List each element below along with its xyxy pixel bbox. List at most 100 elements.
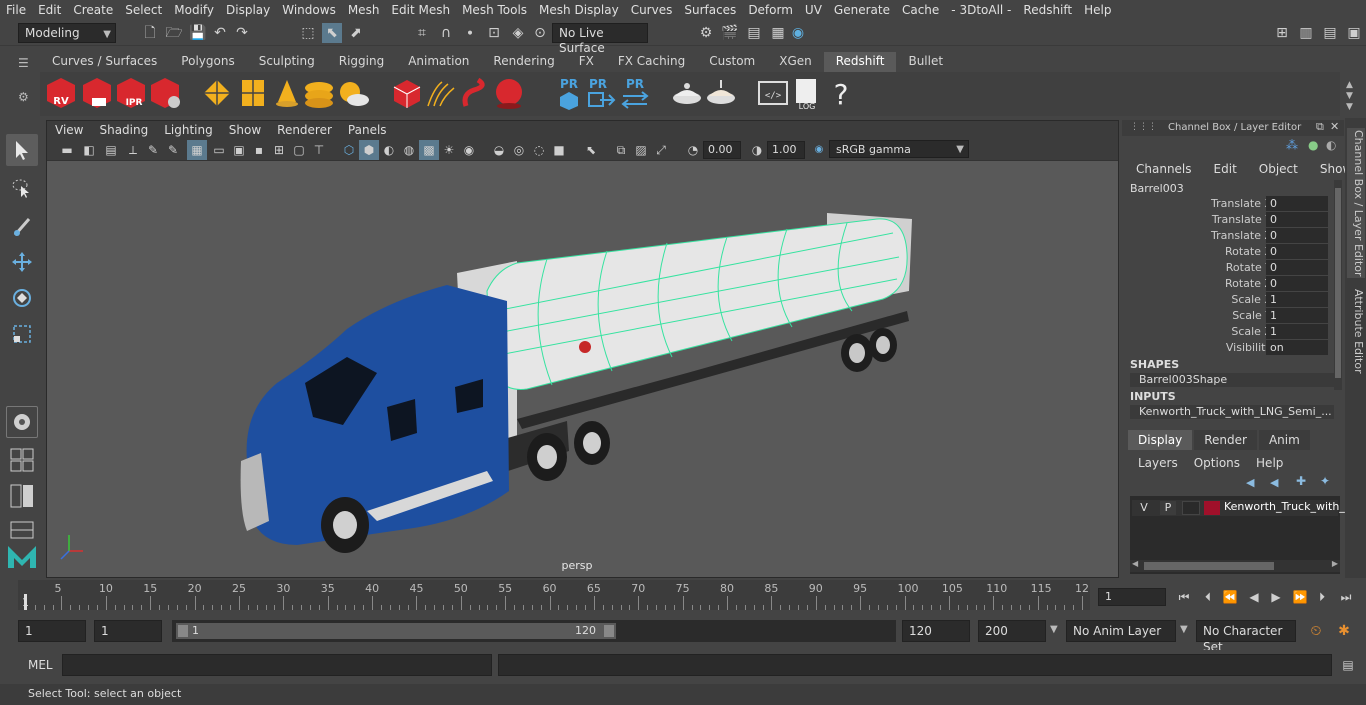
toggle-panel-icon[interactable]: ▣ <box>1344 23 1364 43</box>
live-surface-field[interactable]: No Live Surface <box>552 23 648 55</box>
attr-value-scale-z[interactable]: 1 <box>1266 324 1328 339</box>
screen-space-icon[interactable]: ⤢ <box>651 140 671 160</box>
viewport-menu-shading[interactable]: Shading <box>91 123 156 137</box>
ipr-render-icon[interactable]: ▦ <box>768 23 788 43</box>
select-by-component-icon[interactable]: ⬈ <box>346 23 366 43</box>
attr-value-translate-y[interactable]: 0 <box>1266 212 1328 227</box>
redshift-hair-icon[interactable] <box>424 76 458 110</box>
redshift-volume-icon[interactable] <box>390 76 424 110</box>
menu-mesh-tools[interactable]: Mesh Tools <box>456 3 533 17</box>
layer-menu-layers[interactable]: Layers <box>1138 456 1178 470</box>
current-frame-field[interactable]: 1 <box>1098 588 1166 606</box>
menu-surfaces[interactable]: Surfaces <box>678 3 742 17</box>
layer-name[interactable]: Kenworth_Truck_with_ <box>1224 500 1345 513</box>
camera-select-icon[interactable]: ▬ <box>57 140 77 160</box>
redshift-sphere-icon[interactable] <box>492 76 526 110</box>
layer-next-icon[interactable]: ◀ <box>1270 476 1278 489</box>
ambient-occlusion-icon[interactable]: ◉ <box>459 140 479 160</box>
attr-value-rotate-x[interactable]: 0 <box>1266 244 1328 259</box>
film-gate-icon[interactable]: ▭ <box>209 140 229 160</box>
layer-row[interactable]: V P Kenworth_Truck_with_ <box>1132 500 1345 516</box>
axis-icon[interactable]: ⁂ <box>1286 138 1298 152</box>
command-input[interactable] <box>62 654 492 676</box>
depth-of-field-icon[interactable]: ▨ <box>631 140 651 160</box>
speed-icon[interactable]: ◐ <box>1326 138 1336 152</box>
menu-file[interactable]: File <box>0 3 32 17</box>
gate-mask-icon[interactable]: ▪ <box>249 140 269 160</box>
channel-menu-edit[interactable]: Edit <box>1214 162 1237 176</box>
menu-edit[interactable]: Edit <box>32 3 67 17</box>
select-by-object-icon[interactable]: ⬉ <box>322 23 342 43</box>
float-icon[interactable]: ⧉ <box>1316 120 1324 134</box>
playback-end-field[interactable]: 120 <box>902 620 970 642</box>
image-plane-icon[interactable]: ⟂ <box>123 140 143 160</box>
character-set-field[interactable]: No Character Set <box>1196 620 1296 654</box>
time-ruler[interactable]: 5 10 15 20 25 30 35 40 45 50 55 60 65 70 75 80 85 90 95 100… <box>18 580 1090 610</box>
redshift-help-icon[interactable]: ? <box>824 76 858 110</box>
menu-redshift[interactable]: Redshift <box>1017 3 1078 17</box>
xray-icon[interactable]: ◎ <box>509 140 529 160</box>
redshift-pr-swap-icon[interactable]: PR <box>618 76 652 110</box>
new-layer-selected-icon[interactable]: ✦ <box>1320 474 1330 488</box>
redshift-log-icon[interactable]: LOG <box>790 76 824 110</box>
xray-components-icon[interactable]: ■ <box>549 140 569 160</box>
attr-value-scale-y[interactable]: 1 <box>1266 308 1328 323</box>
menu-curves[interactable]: Curves <box>625 3 679 17</box>
select-by-hierarchy-icon[interactable]: ⬚ <box>298 23 318 43</box>
menu-deform[interactable]: Deform <box>742 3 799 17</box>
redshift-script-icon[interactable]: </> <box>756 76 790 110</box>
go-to-start-icon[interactable]: ⏮ <box>1174 587 1194 607</box>
layout-two-icon[interactable] <box>6 480 38 512</box>
hypershade-icon[interactable]: ◉ <box>788 23 808 43</box>
range-end-handle[interactable] <box>604 625 614 637</box>
chevron-down-icon[interactable]: ▼ <box>1180 624 1188 635</box>
layout-four-icon[interactable] <box>6 444 38 476</box>
render-frame-icon[interactable]: ▤ <box>744 23 764 43</box>
bookmark-icon[interactable]: ▤ <box>101 140 121 160</box>
menu-help[interactable]: Help <box>1078 3 1117 17</box>
play-backwards-icon[interactable]: ◀ <box>1244 587 1264 607</box>
redshift-options-icon[interactable] <box>148 76 182 110</box>
menu-select[interactable]: Select <box>119 3 168 17</box>
shelf-tab-fx[interactable]: FX <box>567 52 606 72</box>
shelf-menu-icon[interactable]: ☰ <box>18 56 34 70</box>
play-forwards-icon[interactable]: ▶ <box>1266 587 1286 607</box>
layer-hscrollbar[interactable]: ◀ ▶ <box>1130 559 1340 572</box>
toggle-layout-icon[interactable]: ▥ <box>1296 23 1316 43</box>
layer-type-toggle[interactable] <box>1182 501 1200 515</box>
shelf-tab-sculpting[interactable]: Sculpting <box>247 52 327 72</box>
viewport-menu-lighting[interactable]: Lighting <box>156 123 221 137</box>
viewport-menu-panels[interactable]: Panels <box>340 123 395 137</box>
auto-key-icon[interactable]: ⏲ <box>1306 621 1326 641</box>
close-icon[interactable]: ✕ <box>1330 120 1339 133</box>
use-all-lights-icon[interactable]: ▩ <box>419 140 439 160</box>
menu-cache[interactable]: Cache <box>896 3 945 17</box>
range-start-handle[interactable] <box>178 625 188 637</box>
redshift-curve-icon[interactable] <box>458 76 492 110</box>
shelf-tab-animation[interactable]: Animation <box>396 52 481 72</box>
wireframe-icon[interactable]: ⬡ <box>339 140 359 160</box>
isolate-select-icon[interactable]: ◒ <box>489 140 509 160</box>
xray-joints-icon[interactable]: ◌ <box>529 140 549 160</box>
layer-playback-toggle[interactable]: P <box>1160 501 1176 515</box>
workspace-icon[interactable]: ⊞ <box>1272 23 1292 43</box>
channel-scrollbar[interactable] <box>1334 180 1342 390</box>
safe-title-icon[interactable]: ⊤ <box>309 140 329 160</box>
new-scene-icon[interactable]: 🗋 <box>140 23 160 43</box>
layer-tab-render[interactable]: Render <box>1194 430 1257 450</box>
step-forward-icon[interactable]: ⏵ <box>1312 587 1332 607</box>
redshift-plane-icon[interactable] <box>236 76 270 110</box>
tab-attribute-editor[interactable]: Attribute Editor <box>1347 286 1365 376</box>
shadows-icon[interactable]: ☀ <box>439 140 459 160</box>
resolution-gate-icon[interactable]: ▣ <box>229 140 249 160</box>
layer-tab-display[interactable]: Display <box>1128 430 1193 450</box>
select-tool-icon[interactable] <box>6 134 38 166</box>
redshift-material-icon[interactable] <box>670 76 704 110</box>
shelf-tab-polygons[interactable]: Polygons <box>169 52 246 72</box>
menu-3dtoall[interactable]: - 3DtoAll - <box>945 3 1017 17</box>
layer-visibility-toggle[interactable]: V <box>1136 501 1152 515</box>
manipulator-icon[interactable]: ● <box>1308 138 1318 152</box>
render-view-icon[interactable]: 🎬 <box>720 23 740 43</box>
snap-grid-icon[interactable]: ⌗ <box>412 23 432 43</box>
gamma-field[interactable]: 1.00 <box>767 141 805 159</box>
